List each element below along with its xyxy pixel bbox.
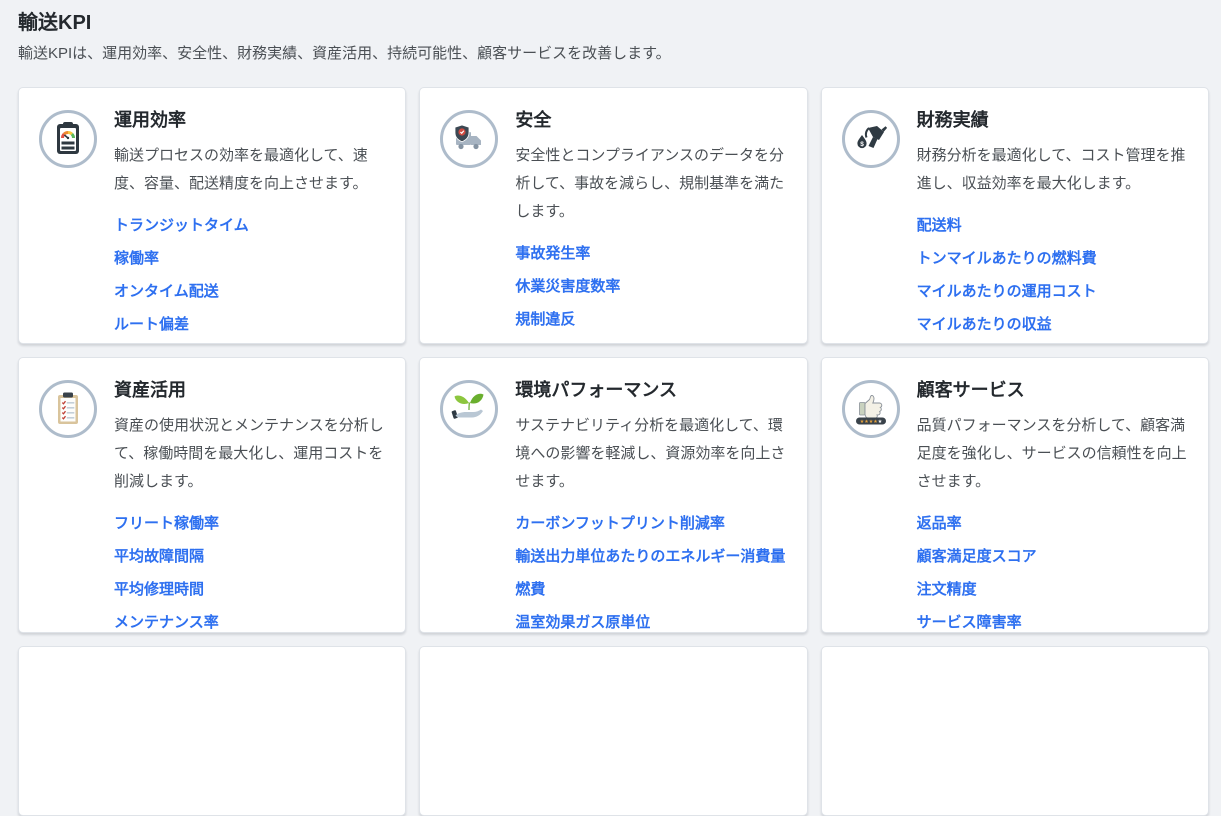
fuel-cost-icon: $: [851, 119, 891, 159]
card-partial: [419, 646, 807, 816]
kpi-link-list: トランジットタイム 稼働率 オンタイム配送 ルート偏差: [114, 216, 385, 335]
card-body: 財務実績 財務分析を最適化して、コスト管理を推進し、収益効率を最大化します。 配…: [917, 108, 1188, 344]
card-title: 顧客サービス: [917, 378, 1188, 402]
kpi-link-energy-per-transport-output[interactable]: 輸送出力単位あたりのエネルギー消費量: [515, 547, 786, 567]
kpi-link-safety-audit-score[interactable]: 安全性監査スコア: [515, 343, 786, 344]
truck-shield-icon: [449, 119, 489, 159]
card-title: 環境パフォーマンス: [515, 378, 786, 402]
kpi-link-list: 配送料 トンマイルあたりの燃料費 マイルあたりの運用コスト マイルあたりの収益: [917, 216, 1188, 335]
kpi-link-mtbf[interactable]: 平均故障間隔: [114, 547, 385, 567]
card-title: 運用効率: [114, 108, 385, 132]
card-description: サステナビリティ分析を最適化して、環境への影響を軽減し、資源効率を向上させます。: [515, 412, 786, 496]
kpi-link-carbon-footprint-reduction[interactable]: カーボンフットプリント削減率: [515, 514, 786, 534]
icon-ring: [39, 380, 97, 438]
card-safety: 安全 安全性とコンプライアンスのデータを分析して、事故を減らし、規制基準を満たし…: [419, 87, 807, 344]
card-body: 資産活用 資産の使用状況とメンテナンスを分析して、稼働時間を最大化し、運用コスト…: [114, 378, 385, 633]
kpi-link-route-deviation[interactable]: ルート偏差: [114, 315, 385, 335]
kpi-link-maintenance-rate[interactable]: メンテナンス率: [114, 613, 385, 633]
gauge-clipboard-icon: [48, 119, 88, 159]
kpi-link-ghg-intensity[interactable]: 温室効果ガス原単位: [515, 613, 786, 633]
card-description: 輸送プロセスの効率を最適化して、速度、容量、配送精度を向上させます。: [114, 142, 385, 198]
card-customer-service: ★★★★★ 顧客サービス 品質パフォーマンスを分析して、顧客満足度を強化し、サー…: [821, 357, 1209, 633]
card-operational-efficiency: 運用効率 輸送プロセスの効率を最適化して、速度、容量、配送精度を向上させます。 …: [18, 87, 406, 344]
icon-ring: $: [842, 110, 900, 168]
kpi-link-customer-satisfaction-score[interactable]: 顧客満足度スコア: [917, 547, 1188, 567]
card-body: 顧客サービス 品質パフォーマンスを分析して、顧客満足度を強化し、サービスの信頼性…: [917, 378, 1188, 633]
page-subtitle: 輸送KPIは、運用効率、安全性、財務実績、資産活用、持続可能性、顧客サービスを改…: [18, 45, 1209, 63]
card-body: 環境パフォーマンス サステナビリティ分析を最適化して、環境への影響を軽減し、資源…: [515, 378, 786, 633]
kpi-link-return-rate[interactable]: 返品率: [917, 514, 1188, 534]
kpi-link-mttr[interactable]: 平均修理時間: [114, 580, 385, 600]
kpi-link-delivery-cost[interactable]: 配送料: [917, 216, 1188, 236]
kpi-link-fuel-cost-per-ton-mile[interactable]: トンマイルあたりの燃料費: [917, 249, 1188, 269]
card-title: 安全: [515, 108, 786, 132]
icon-ring: [39, 110, 97, 168]
kpi-link-on-time-delivery[interactable]: オンタイム配送: [114, 282, 385, 302]
svg-text:$: $: [860, 141, 864, 148]
card-financial-performance: $ 財務実績 財務分析を最適化して、コスト管理を推進し、収益効率を最大化します。…: [821, 87, 1209, 344]
card-partial: [821, 646, 1209, 816]
kpi-link-utilization-rate[interactable]: 稼働率: [114, 249, 385, 269]
kpi-link-transit-time[interactable]: トランジットタイム: [114, 216, 385, 236]
kpi-link-accident-rate[interactable]: 事故発生率: [515, 244, 786, 264]
checklist-clipboard-icon: [48, 389, 88, 429]
kpi-link-order-accuracy[interactable]: 注文精度: [917, 580, 1188, 600]
card-description: 資産の使用状況とメンテナンスを分析して、稼働時間を最大化し、運用コストを削減しま…: [114, 412, 385, 496]
kpi-link-list: カーボンフットプリント削減率 輸送出力単位あたりのエネルギー消費量 燃費 温室効…: [515, 514, 786, 633]
kpi-card-grid: 運用効率 輸送プロセスの効率を最適化して、速度、容量、配送精度を向上させます。 …: [18, 87, 1209, 816]
kpi-link-list: 事故発生率 休業災害度数率 規制違反 安全性監査スコア: [515, 244, 786, 344]
card-body: 運用効率 輸送プロセスの効率を最適化して、速度、容量、配送精度を向上させます。 …: [114, 108, 385, 344]
card-description: 品質パフォーマンスを分析して、顧客満足度を強化し、サービスの信頼性を向上させます…: [917, 412, 1188, 496]
card-partial: [18, 646, 406, 816]
icon-ring: ★★★★★: [842, 380, 900, 438]
card-description: 安全性とコンプライアンスのデータを分析して、事故を減らし、規制基準を満たします。: [515, 142, 786, 226]
card-title: 資産活用: [114, 378, 385, 402]
kpi-link-list: フリート稼働率 平均故障間隔 平均修理時間 メンテナンス率: [114, 514, 385, 633]
card-body: 安全 安全性とコンプライアンスのデータを分析して、事故を減らし、規制基準を満たし…: [515, 108, 786, 344]
icon-ring: [440, 110, 498, 168]
kpi-link-service-failure-rate[interactable]: サービス障害率: [917, 613, 1188, 633]
svg-text:★★★★★: ★★★★★: [859, 419, 882, 425]
kpi-link-fuel-efficiency[interactable]: 燃費: [515, 580, 786, 600]
card-environmental-performance: 環境パフォーマンス サステナビリティ分析を最適化して、環境への影響を軽減し、資源…: [419, 357, 807, 633]
page-title: 輸送KPI: [18, 12, 1209, 34]
kpi-link-list: 返品率 顧客満足度スコア 注文精度 サービス障害率: [917, 514, 1188, 633]
kpi-link-lost-time-injury[interactable]: 休業災害度数率: [515, 277, 786, 297]
hand-seedling-icon: [449, 389, 489, 429]
card-asset-utilization: 資産活用 資産の使用状況とメンテナンスを分析して、稼働時間を最大化し、運用コスト…: [18, 357, 406, 633]
card-title: 財務実績: [917, 108, 1188, 132]
kpi-link-operating-cost-per-mile[interactable]: マイルあたりの運用コスト: [917, 282, 1188, 302]
kpi-link-fleet-utilization[interactable]: フリート稼働率: [114, 514, 385, 534]
icon-ring: [440, 380, 498, 438]
kpi-link-revenue-per-mile[interactable]: マイルあたりの収益: [917, 315, 1188, 335]
transport-kpi-page: 輸送KPI 輸送KPIは、運用効率、安全性、財務実績、資産活用、持続可能性、顧客…: [0, 0, 1221, 816]
kpi-link-regulatory-violations[interactable]: 規制違反: [515, 310, 786, 330]
thumbs-up-stars-icon: ★★★★★: [851, 389, 891, 429]
card-description: 財務分析を最適化して、コスト管理を推進し、収益効率を最大化します。: [917, 142, 1188, 198]
